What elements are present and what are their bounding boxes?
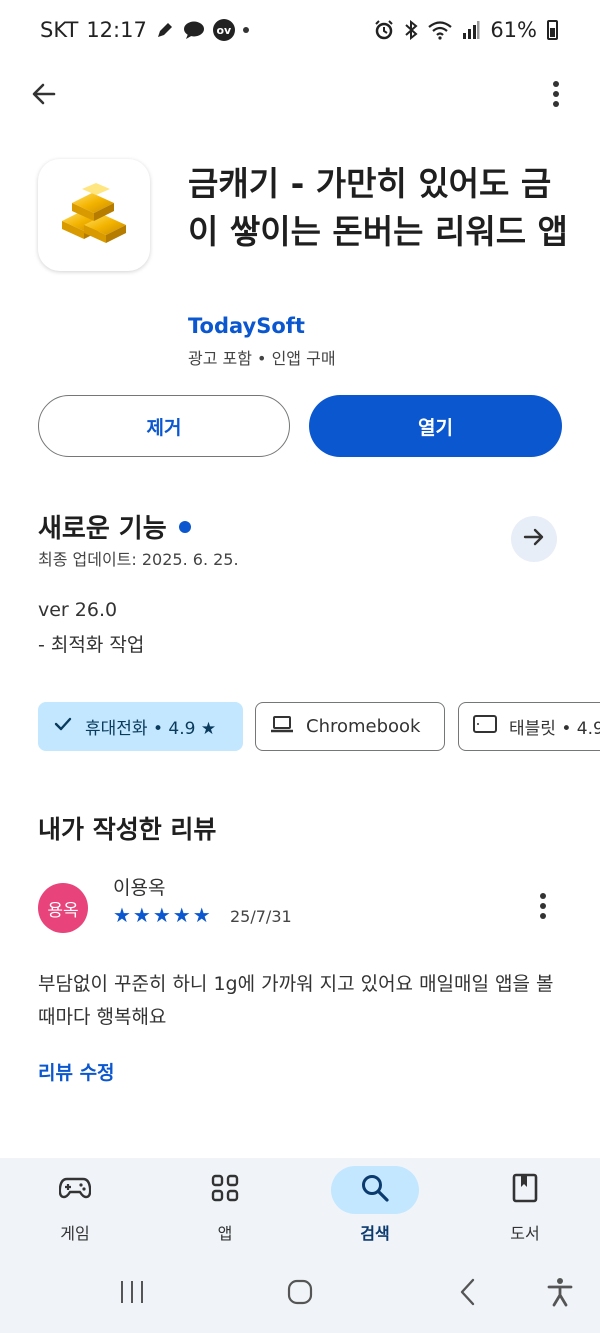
chevron-left-icon <box>458 1278 478 1310</box>
whats-new-arrow-button[interactable] <box>511 516 557 562</box>
device-chip-label: Chromebook <box>306 716 421 737</box>
nav-item-apps[interactable]: 앱 <box>175 1166 275 1256</box>
recent-apps-icon <box>119 1280 145 1308</box>
whats-new-title: 새로운 기능 <box>38 514 167 544</box>
device-chip-phone[interactable]: 휴대전화 • 4.9 ★ <box>38 702 243 751</box>
review-more-button[interactable] <box>523 888 563 928</box>
version-text: ver 26.0 <box>38 599 118 621</box>
ov-badge-icon: ov <box>212 19 235 41</box>
device-chip-chromebook[interactable]: Chromebook <box>255 702 445 751</box>
nav-label-books: 도서 <box>510 1224 540 1243</box>
whats-new-heading[interactable]: 새로운 기능 <box>38 508 191 545</box>
nav-item-games[interactable]: 게임 <box>25 1166 125 1256</box>
laptop-icon <box>270 714 294 739</box>
recent-apps-button[interactable] <box>112 1274 152 1314</box>
nav-label-search: 검색 <box>360 1224 390 1243</box>
back-button[interactable] <box>24 76 64 116</box>
star-rating: ★★★★★ <box>113 903 213 927</box>
check-icon <box>53 714 73 739</box>
nav-label-games: 게임 <box>60 1224 90 1243</box>
more-options-button[interactable] <box>536 76 576 116</box>
new-indicator-icon <box>178 520 191 533</box>
review-text: 부담없이 꾸준히 하니 1g에 가까워 지고 있어요 매일매일 앱을 볼때마다 … <box>38 973 554 1028</box>
accessibility-button[interactable] <box>540 1274 580 1314</box>
device-chip-tablet[interactable]: 태블릿 • 4.9 <box>458 702 600 751</box>
home-button[interactable] <box>280 1274 320 1314</box>
developer-link[interactable]: TodaySoft <box>188 314 305 338</box>
last-updated: 최종 업데이트: 2025. 6. 25. <box>38 550 239 569</box>
book-icon <box>512 1173 538 1207</box>
apps-grid-icon <box>211 1174 239 1206</box>
nav-item-search[interactable]: 검색 <box>325 1166 425 1256</box>
alarm-icon <box>374 20 394 40</box>
battery-percent: 61% <box>490 18 537 42</box>
nav-icon-container <box>181 1166 269 1214</box>
wifi-icon <box>428 20 453 40</box>
gold-bars-icon <box>52 181 136 249</box>
battery-icon <box>547 20 558 40</box>
open-button[interactable]: 열기 <box>309 395 562 457</box>
app-meta: 광고 포함 • 인앱 구매 <box>188 349 336 368</box>
chat-bubble-icon <box>183 20 205 40</box>
avatar: 용옥 <box>38 883 88 933</box>
app-title: 금캐기 - 가만히 있어도 금이 쌓이는 돈버는 리워드 앱 <box>188 164 568 251</box>
clock: 12:17 <box>86 18 147 42</box>
carrier: SKT <box>40 18 79 42</box>
edit-pen-icon <box>155 20 175 40</box>
gamepad-icon <box>58 1176 92 1204</box>
bluetooth-icon <box>404 20 418 40</box>
nav-icon-container <box>31 1166 119 1214</box>
arrow-left-icon <box>30 80 58 112</box>
status-right: 61% <box>374 18 558 42</box>
arrow-right-icon <box>522 525 546 553</box>
my-review-heading: 내가 작성한 리뷰 <box>38 815 217 844</box>
more-vert-icon <box>552 80 560 112</box>
app-icon <box>38 159 150 271</box>
remove-button[interactable]: 제거 <box>38 395 290 457</box>
notification-dot-icon <box>242 27 249 33</box>
nav-label-apps: 앱 <box>217 1224 233 1243</box>
status-left: SKT 12:17 ov <box>40 18 249 42</box>
more-vert-icon <box>539 892 547 924</box>
status-bar: SKT 12:17 ov 61% <box>0 0 600 62</box>
nav-item-books[interactable]: 도서 <box>475 1166 575 1256</box>
search-icon <box>360 1173 390 1207</box>
nav-icon-container <box>331 1166 419 1214</box>
tablet-icon <box>473 714 497 739</box>
edit-review-button[interactable]: 리뷰 수정 <box>38 1058 115 1085</box>
system-back-button[interactable] <box>448 1274 488 1314</box>
nav-icon-container <box>481 1166 569 1214</box>
device-chip-label: 휴대전화 • 4.9 ★ <box>85 719 217 739</box>
device-chip-label: 태블릿 • 4.9 <box>509 719 600 739</box>
reviewer-name: 이용옥 <box>113 877 166 899</box>
review-date: 25/7/31 <box>230 907 292 926</box>
accessibility-icon <box>547 1277 573 1311</box>
changes-text: - 최적화 작업 <box>38 634 145 656</box>
home-icon <box>287 1279 313 1309</box>
signal-icon <box>462 20 480 40</box>
